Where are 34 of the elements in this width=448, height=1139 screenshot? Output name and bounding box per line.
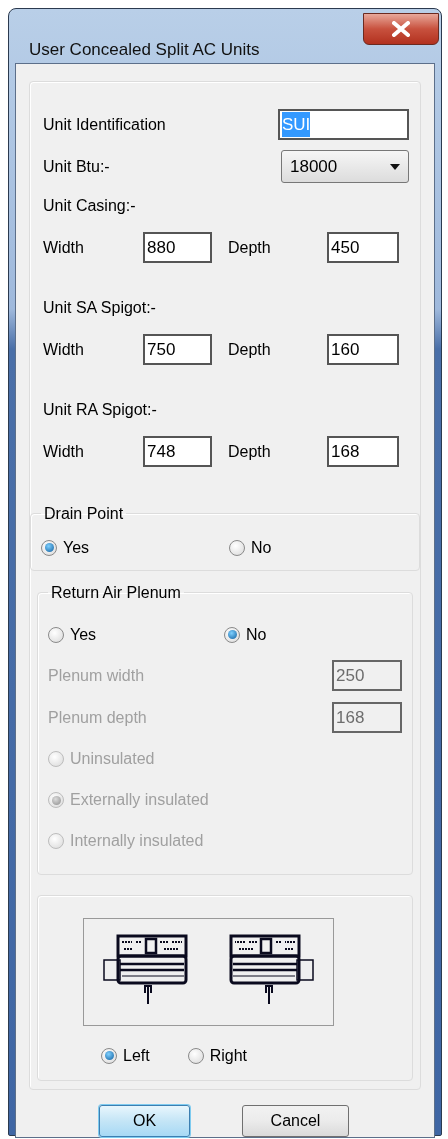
field-label: Plenum width [48,665,145,686]
dialog-button[interactable]: Cancel [242,1104,349,1137]
field-label: Unit Identification [43,114,166,135]
radio-option[interactable]: No [229,535,272,560]
input-field[interactable]: 750 [143,334,212,365]
input-field[interactable]: 160 [327,334,399,365]
field-label: Depth [228,441,272,462]
close-icon [392,21,410,37]
caret-icon [390,163,400,170]
window-title: User Concealed Split AC Units [29,39,260,61]
field-label: Width [43,441,85,462]
section-heading: Unit SA Spigot:- [43,297,156,318]
radio-option[interactable]: No [224,622,267,647]
dropdown[interactable]: 18000 [281,150,409,183]
field-label: Width [43,237,85,258]
close-button[interactable] [363,13,439,45]
input-field[interactable]: 880 [143,232,212,263]
radio-option[interactable]: Left [101,1043,150,1068]
group-label: Drain Point [44,504,124,522]
input-field[interactable]: 450 [327,232,399,263]
radio-option[interactable]: Yes [41,535,229,560]
section-heading: Unit RA Spigot:- [43,399,157,420]
input-field[interactable]: 168 [327,436,399,467]
radio-option[interactable]: Yes [48,622,224,647]
dialog-button[interactable]: OK [99,1104,190,1137]
field-label: Width [43,339,85,360]
input-field[interactable]: 748 [143,436,212,467]
field-label: Depth [228,339,272,360]
field-label: Plenum depth [48,707,147,728]
field-label: Depth [228,237,272,258]
field-label: Unit Btu:- [43,156,110,177]
radio-option[interactable]: Right [187,1043,248,1068]
group-label: Return Air Plenum [51,583,181,601]
section-heading: Unit Casing:- [43,195,136,216]
